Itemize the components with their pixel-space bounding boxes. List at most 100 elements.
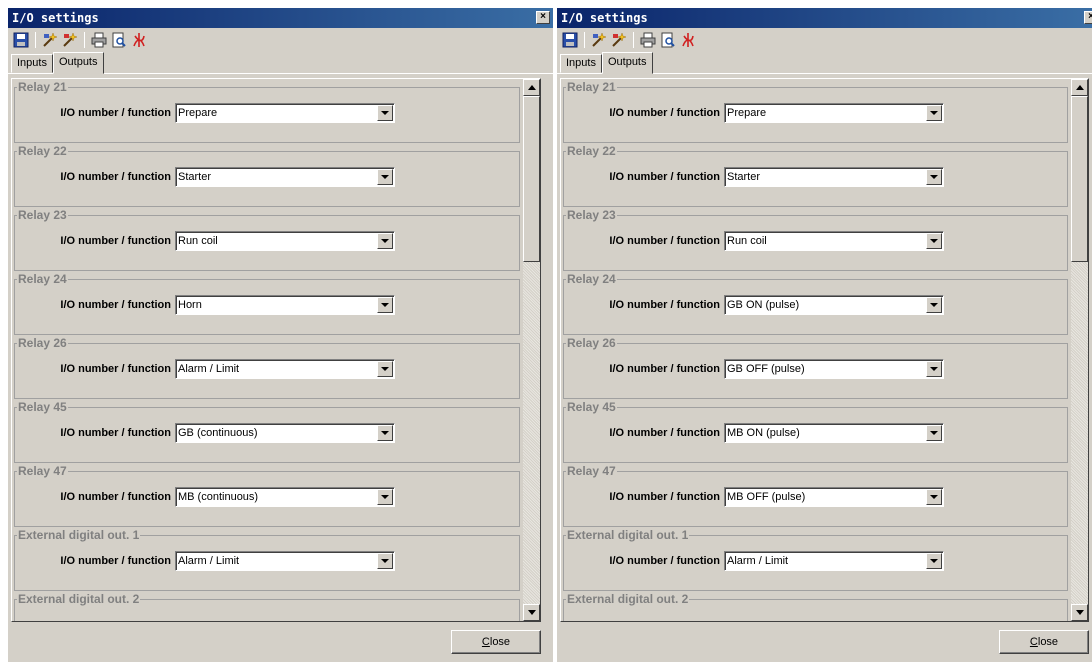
io-settings-window-left: I/O settings × Inputs Outputs Relay 21 I/… bbox=[8, 8, 553, 662]
print-icon[interactable] bbox=[90, 31, 108, 49]
group-legend: Relay 26 bbox=[17, 336, 68, 350]
io-function-select[interactable]: Prepare bbox=[724, 103, 944, 123]
outputs-panel: Relay 21 I/O number / function Prepare Rela… bbox=[560, 78, 1089, 622]
dropdown-arrow-icon[interactable] bbox=[377, 233, 393, 249]
io-function-select[interactable]: Starter bbox=[175, 167, 395, 187]
dropdown-arrow-icon[interactable] bbox=[926, 297, 942, 313]
io-function-label: I/O number / function bbox=[60, 107, 171, 119]
io-function-label: I/O number / function bbox=[60, 299, 171, 311]
print-preview-icon[interactable] bbox=[659, 31, 677, 49]
pdf-icon[interactable] bbox=[679, 31, 697, 49]
save-icon[interactable] bbox=[561, 31, 579, 49]
wizard-alt-icon[interactable] bbox=[610, 31, 628, 49]
relay-group: Relay 47 I/O number / function MB OFF (pul… bbox=[563, 464, 1068, 527]
io-function-select[interactable]: Alarm / Limit bbox=[175, 551, 395, 571]
dropdown-arrow-icon[interactable] bbox=[377, 297, 393, 313]
relay-group: Relay 26 I/O number / function GB OFF (pul… bbox=[563, 336, 1068, 399]
vertical-scrollbar[interactable] bbox=[523, 79, 540, 621]
window-title: I/O settings bbox=[561, 11, 648, 25]
wizard-icon[interactable] bbox=[590, 31, 608, 49]
group-legend: External digital out. 2 bbox=[17, 592, 141, 606]
print-preview-icon[interactable] bbox=[110, 31, 128, 49]
io-function-select[interactable]: Alarm / Limit bbox=[175, 359, 395, 379]
arrow-up-icon bbox=[1075, 85, 1084, 90]
dropdown-arrow-icon[interactable] bbox=[926, 553, 942, 569]
tab-outputs[interactable]: Outputs bbox=[601, 52, 653, 74]
relay-group: Relay 24 I/O number / function Horn bbox=[14, 272, 520, 335]
dropdown-arrow-icon[interactable] bbox=[926, 105, 942, 121]
group-legend: Relay 21 bbox=[566, 80, 617, 94]
tab-inputs[interactable]: Inputs bbox=[11, 54, 53, 73]
io-function-select[interactable]: GB (continuous) bbox=[175, 423, 395, 443]
dropdown-arrow-icon[interactable] bbox=[926, 489, 942, 505]
arrow-up-icon bbox=[527, 85, 536, 90]
window-titlebar[interactable]: I/O settings × bbox=[557, 8, 1092, 28]
group-border bbox=[15, 87, 519, 88]
io-function-select[interactable]: MB OFF (pulse) bbox=[724, 487, 944, 507]
group-legend: Relay 22 bbox=[566, 144, 617, 158]
dropdown-arrow-icon[interactable] bbox=[926, 169, 942, 185]
wizard-alt-icon[interactable] bbox=[61, 31, 79, 49]
dropdown-arrow-icon[interactable] bbox=[926, 233, 942, 249]
window-titlebar[interactable]: I/O settings × bbox=[8, 8, 553, 28]
scroll-up-button[interactable] bbox=[1071, 79, 1088, 96]
relay-group: External digital out. 1 I/O number / func… bbox=[563, 528, 1068, 591]
io-function-select[interactable]: MB (continuous) bbox=[175, 487, 395, 507]
io-function-label: I/O number / function bbox=[609, 235, 720, 247]
dropdown-arrow-icon[interactable] bbox=[377, 489, 393, 505]
relay-group: Relay 21 I/O number / function Prepare bbox=[14, 80, 520, 143]
io-function-row: I/O number / function Alarm / Limit bbox=[15, 359, 519, 379]
io-function-label: I/O number / function bbox=[60, 171, 171, 183]
scroll-thumb[interactable] bbox=[523, 96, 540, 262]
scroll-up-button[interactable] bbox=[523, 79, 540, 96]
io-function-label: I/O number / function bbox=[609, 107, 720, 119]
pdf-icon[interactable] bbox=[130, 31, 148, 49]
io-function-select[interactable]: Starter bbox=[724, 167, 944, 187]
select-value: GB ON (pulse) bbox=[727, 299, 800, 311]
dropdown-arrow-icon[interactable] bbox=[926, 425, 942, 441]
scroll-down-button[interactable] bbox=[1071, 604, 1088, 621]
group-legend: Relay 23 bbox=[566, 208, 617, 222]
scroll-down-button[interactable] bbox=[523, 604, 540, 621]
io-function-label: I/O number / function bbox=[609, 427, 720, 439]
io-function-row: I/O number / function MB (continuous) bbox=[15, 487, 519, 507]
close-button[interactable]: Close bbox=[999, 630, 1089, 654]
dropdown-arrow-icon[interactable] bbox=[377, 425, 393, 441]
tab-strip: Inputs Outputs bbox=[8, 52, 553, 74]
relay-group: Relay 24 I/O number / function GB ON (puls… bbox=[563, 272, 1068, 335]
relay-group: Relay 45 I/O number / function GB (continu… bbox=[14, 400, 520, 463]
save-icon[interactable] bbox=[12, 31, 30, 49]
io-function-row: I/O number / function Starter bbox=[15, 167, 519, 187]
io-function-select[interactable]: Run coil bbox=[175, 231, 395, 251]
dropdown-arrow-icon[interactable] bbox=[926, 361, 942, 377]
io-function-select[interactable]: Horn bbox=[175, 295, 395, 315]
group-border bbox=[15, 343, 519, 344]
tab-outputs[interactable]: Outputs bbox=[52, 52, 104, 74]
select-value: Starter bbox=[178, 171, 212, 183]
io-function-select[interactable]: Prepare bbox=[175, 103, 395, 123]
dropdown-arrow-icon[interactable] bbox=[377, 105, 393, 121]
dropdown-arrow-icon[interactable] bbox=[377, 361, 393, 377]
print-icon[interactable] bbox=[639, 31, 657, 49]
scroll-thumb[interactable] bbox=[1071, 96, 1088, 262]
wizard-icon[interactable] bbox=[41, 31, 59, 49]
dropdown-arrow-icon[interactable] bbox=[377, 553, 393, 569]
close-button[interactable]: Close bbox=[451, 630, 541, 654]
select-value: Starter bbox=[727, 171, 761, 183]
window-close-button[interactable]: × bbox=[1084, 11, 1092, 24]
io-function-select[interactable]: Alarm / Limit bbox=[724, 551, 944, 571]
select-value: GB (continuous) bbox=[178, 427, 258, 439]
tab-inputs[interactable]: Inputs bbox=[560, 54, 602, 73]
relay-group: Relay 23 I/O number / function Run coil bbox=[14, 208, 520, 271]
group-border bbox=[564, 87, 1067, 88]
vertical-scrollbar[interactable] bbox=[1071, 79, 1088, 621]
toolbar-separator bbox=[584, 32, 585, 48]
dropdown-arrow-icon[interactable] bbox=[377, 169, 393, 185]
io-function-select[interactable]: MB ON (pulse) bbox=[724, 423, 944, 443]
group-border bbox=[15, 279, 519, 280]
io-function-select[interactable]: GB ON (pulse) bbox=[724, 295, 944, 315]
io-function-select[interactable]: GB OFF (pulse) bbox=[724, 359, 944, 379]
window-close-button[interactable]: × bbox=[536, 11, 550, 24]
relay-group: External digital out. 1 I/O number / func… bbox=[14, 528, 520, 591]
io-function-select[interactable]: Run coil bbox=[724, 231, 944, 251]
